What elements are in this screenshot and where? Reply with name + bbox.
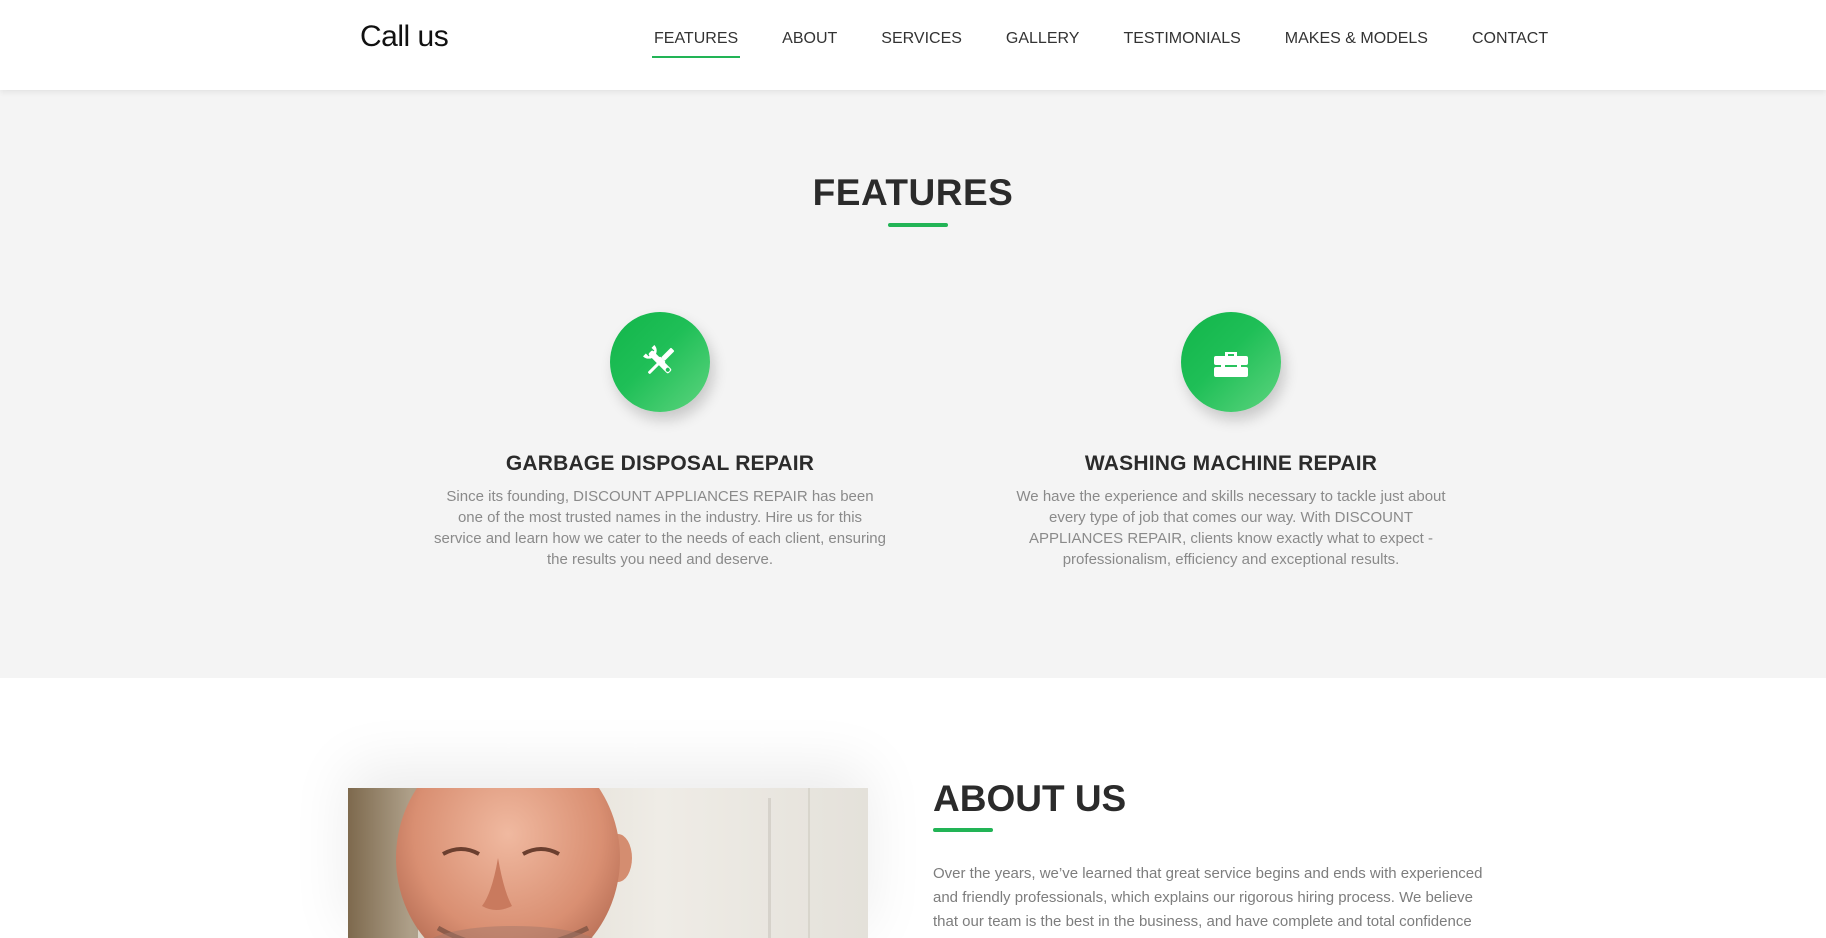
about-paragraph: Over the years, we’ve learned that great… xyxy=(933,865,1483,938)
tools-icon xyxy=(610,312,710,412)
feature-card: WASHING MACHINE REPAIR We have the exper… xyxy=(1001,312,1461,570)
nav-item-features[interactable]: FEATURES xyxy=(651,30,741,58)
about-section: ABOUT US Over the years, we’ve learned t… xyxy=(0,678,1826,938)
feature-title: WASHING MACHINE REPAIR xyxy=(1084,452,1378,475)
nav-item-about[interactable]: ABOUT xyxy=(782,30,837,56)
nav-item-services[interactable]: SERVICES xyxy=(881,30,962,56)
feature-description: We have the experience and skills necess… xyxy=(1016,488,1446,568)
nav-item-makes-models[interactable]: MAKES & MODELS xyxy=(1285,30,1428,56)
features-heading: FEATURES xyxy=(812,172,1014,213)
feature-description: Since its founding, DISCOUNT APPLIANCES … xyxy=(434,488,886,568)
team-member-photo xyxy=(348,788,868,938)
about-heading: ABOUT US xyxy=(933,778,1127,819)
feature-title: GARBAGE DISPOSAL REPAIR xyxy=(505,452,815,475)
nav-item-testimonials[interactable]: TESTIMONIALS xyxy=(1123,30,1240,56)
site-header: Call us FEATURES ABOUT SERVICES GALLERY … xyxy=(0,0,1826,90)
main-nav: FEATURES ABOUT SERVICES GALLERY TESTIMON… xyxy=(651,30,1548,58)
features-heading-underline xyxy=(888,223,948,227)
about-heading-underline xyxy=(933,828,993,832)
features-section: FEATURES GARBAGE DISPOSAL REPAIR Since i… xyxy=(0,90,1826,678)
nav-item-gallery[interactable]: GALLERY xyxy=(1006,30,1080,56)
feature-card: GARBAGE DISPOSAL REPAIR Since its foundi… xyxy=(430,312,890,570)
toolbox-icon xyxy=(1181,312,1281,412)
nav-item-contact[interactable]: CONTACT xyxy=(1472,30,1548,56)
brand-call-us[interactable]: Call us xyxy=(360,20,449,54)
